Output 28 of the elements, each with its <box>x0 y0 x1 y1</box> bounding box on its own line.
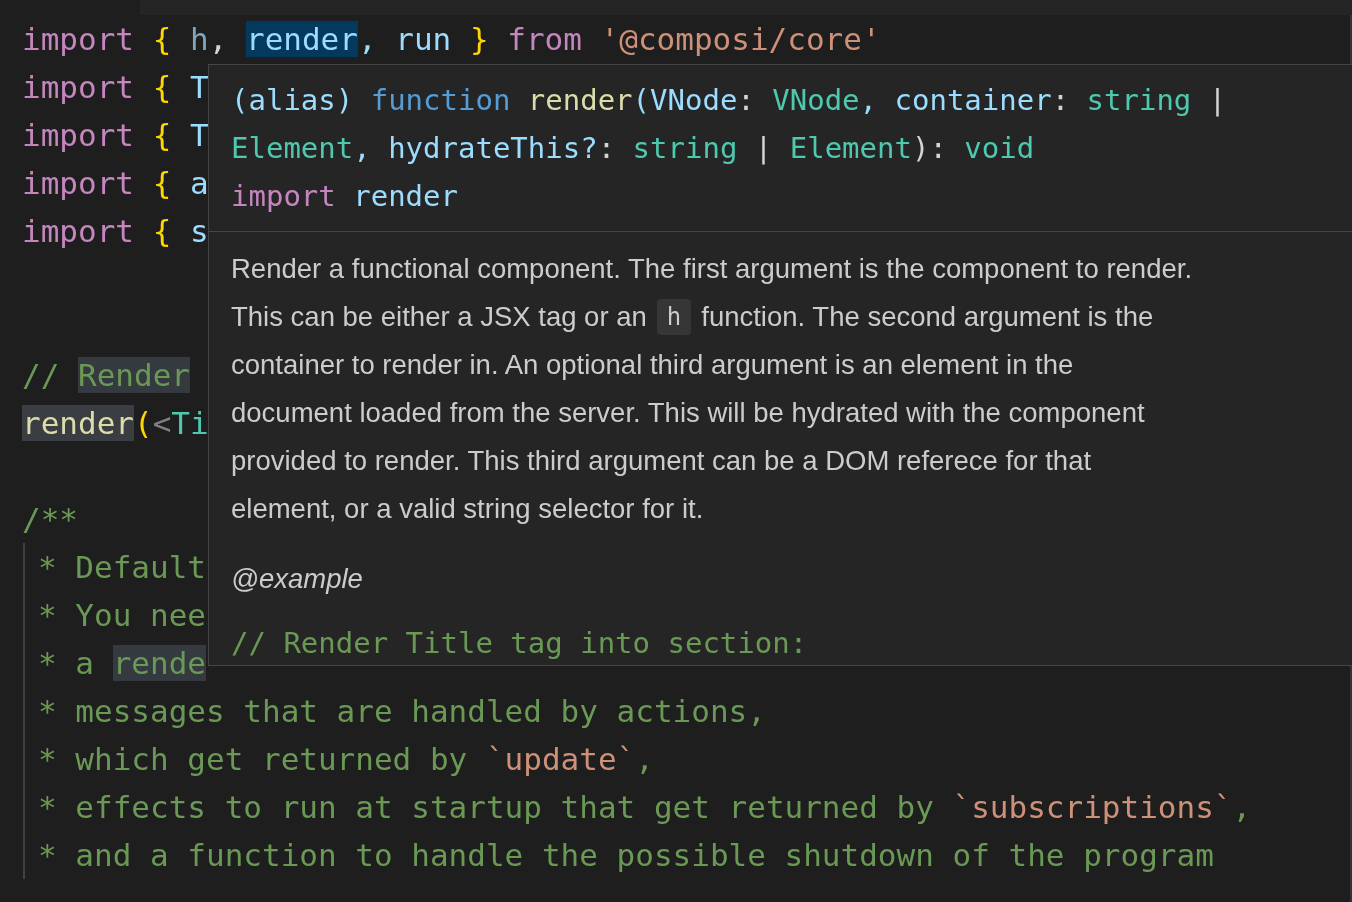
code-line: import { s <box>22 212 209 251</box>
code-line: import { T <box>22 68 209 107</box>
example-tag: @example <box>231 559 363 599</box>
inline-code: h <box>656 299 692 335</box>
code-line: * and a function to handle the possible shutdown of the program <box>23 831 1214 879</box>
code-line: import { T <box>22 116 209 155</box>
code-line: * messages that are handled by actions, <box>23 687 766 735</box>
code-line: * which get returned by `update`, <box>23 735 654 783</box>
example-code: // Render Title tag into section: <box>231 625 808 662</box>
doc-text: element, or a valid string selector for it. <box>231 492 704 526</box>
signature-line: (alias) function render(VNode: VNode, container: string | <box>231 82 1227 119</box>
code-line: /** <box>22 500 78 539</box>
signature-line: import render <box>231 178 458 215</box>
code-line: * a rende <box>23 639 206 687</box>
doc-text: This can be either a JSX tag or an <box>231 300 647 334</box>
doc-text: Render a functional component. The first argument is the component to render. <box>231 252 1193 286</box>
doc-text: document loaded from the server. This will be hydrated with the component <box>231 396 1145 430</box>
code-line: import { a <box>22 164 209 203</box>
doc-text: provided to render. This third argument can be a DOM referece for that <box>231 444 1092 478</box>
code-line: * effects to run at startup that get returned by `subscriptions`, <box>23 783 1252 831</box>
code-line: // Render <box>22 356 190 395</box>
doc-text: function. The second argument is the <box>701 300 1154 334</box>
code-line: render(<Ti <box>22 404 209 443</box>
code-line: import { h, render, run } from '@composi/core' <box>22 20 881 59</box>
signature-line: Element, hydrateThis?: string | Element): void <box>231 130 1035 167</box>
doc-text: container to render in. An optional third argument is an element in the <box>231 348 1074 382</box>
code-line: * Default <box>23 543 206 591</box>
code-line: * You nee <box>23 591 206 639</box>
